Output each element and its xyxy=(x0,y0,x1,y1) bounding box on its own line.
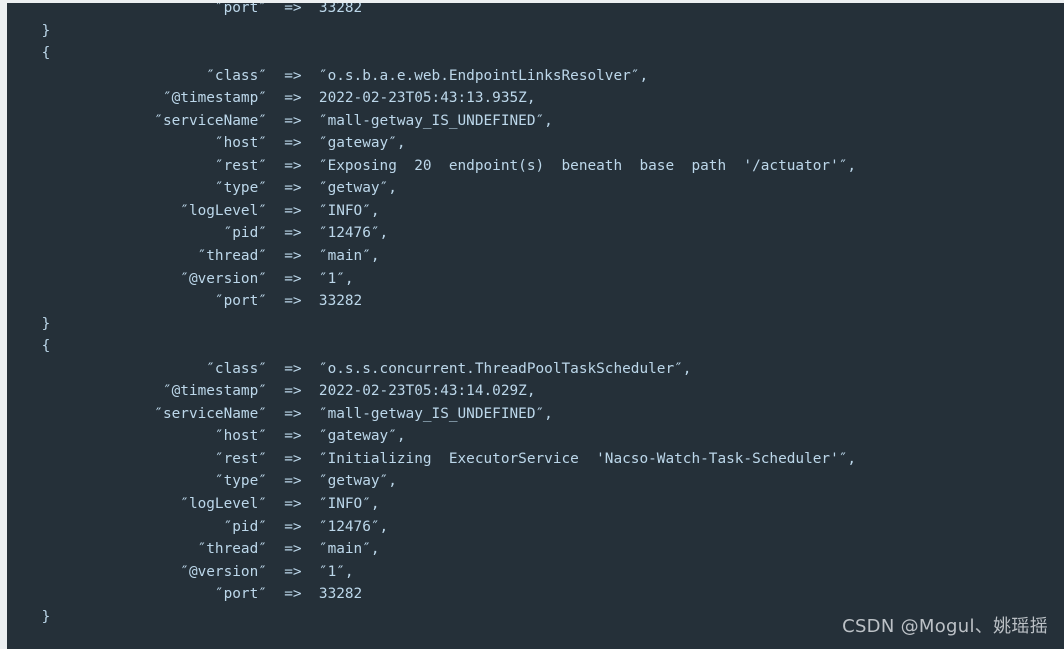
left-gutter-strip xyxy=(0,0,7,649)
log-line: ″pid″ => ″12476″, xyxy=(7,518,389,535)
log-console-panel[interactable]: ″port″ => 33282 } { ″class″ => ″o.s.b.a.… xyxy=(7,3,1064,649)
log-line: ″rest″ => ″Exposing 20 endpoint(s) benea… xyxy=(7,157,857,174)
log-line: ″port″ => 33282 xyxy=(7,293,363,310)
log-line: ″logLevel″ => ″INFO″, xyxy=(7,496,380,513)
csdn-watermark: CSDN @Mogul、姚瑶摇 xyxy=(842,616,1048,637)
log-line: { xyxy=(7,338,51,355)
log-line: ″type″ => ″getway″, xyxy=(7,473,397,490)
log-line: ″pid″ => ″12476″, xyxy=(7,225,389,242)
screenshot-root: ″port″ => 33282 } { ″class″ => ″o.s.b.a.… xyxy=(0,0,1064,649)
log-line: ″port″ => 33282 xyxy=(7,3,363,16)
log-line: ″serviceName″ => ″mall-getway_IS_UNDEFIN… xyxy=(7,405,553,422)
log-line: ″logLevel″ => ″INFO″, xyxy=(7,202,380,219)
log-line: ″class″ => ″o.s.b.a.e.web.EndpointLinksR… xyxy=(7,67,649,84)
log-line: ″@version″ => ″1″, xyxy=(7,270,354,287)
log-line: ″thread″ => ″main″, xyxy=(7,541,380,558)
log-line: ″host″ => ″gateway″, xyxy=(7,428,406,445)
log-line: ″type″ => ″getway″, xyxy=(7,180,397,197)
log-line: ″serviceName″ => ″mall-getway_IS_UNDEFIN… xyxy=(7,112,553,129)
log-line: { xyxy=(7,45,51,62)
log-line: ″thread″ => ″main″, xyxy=(7,248,380,265)
log-output-text: ″port″ => 33282 } { ″class″ => ″o.s.b.a.… xyxy=(7,3,1064,628)
log-line: } xyxy=(7,22,51,39)
log-line: } xyxy=(7,315,51,332)
log-line: ″host″ => ″gateway″, xyxy=(7,135,406,152)
log-line: ″rest″ => ″Initializing ExecutorService … xyxy=(7,450,857,467)
log-line: ″@timestamp″ => 2022-02-23T05:43:13.935Z… xyxy=(7,90,536,107)
log-line: ″@version″ => ″1″, xyxy=(7,563,354,580)
log-line: ″@timestamp″ => 2022-02-23T05:43:14.029Z… xyxy=(7,383,536,400)
log-line: ″class″ => ″o.s.s.concurrent.ThreadPoolT… xyxy=(7,360,692,377)
log-line: ″port″ => 33282 xyxy=(7,586,363,603)
